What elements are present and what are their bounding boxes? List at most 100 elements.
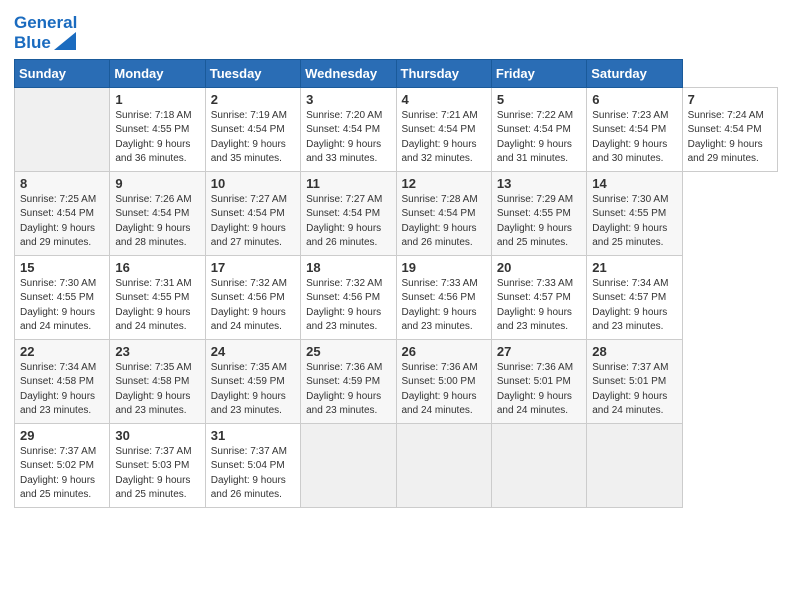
calendar-cell: 10 Sunrise: 7:27 AMSunset: 4:54 PMDayligh… xyxy=(205,171,300,255)
day-info: Sunrise: 7:22 AMSunset: 4:54 PMDaylight:… xyxy=(497,109,582,167)
day-info: Sunrise: 7:21 AMSunset: 4:54 PMDaylight:… xyxy=(402,109,487,167)
col-header-thursday: Thursday xyxy=(396,59,491,87)
day-info: Sunrise: 7:35 AMSunset: 4:58 PMDaylight:… xyxy=(115,361,200,419)
calendar-cell: 20 Sunrise: 7:33 AMSunset: 4:57 PMDayligh… xyxy=(491,255,586,339)
calendar-cell: 3 Sunrise: 7:20 AMSunset: 4:54 PMDaylight… xyxy=(301,87,396,171)
day-number: 17 xyxy=(211,260,296,275)
day-info: Sunrise: 7:33 AMSunset: 4:57 PMDaylight:… xyxy=(497,277,582,335)
logo: General Blue xyxy=(14,14,77,53)
week-row-3: 22 Sunrise: 7:34 AMSunset: 4:58 PMDayligh… xyxy=(15,339,778,423)
day-info: Sunrise: 7:32 AMSunset: 4:56 PMDaylight:… xyxy=(306,277,391,335)
day-number: 30 xyxy=(115,428,200,443)
day-number: 2 xyxy=(211,92,296,107)
calendar-cell: 4 Sunrise: 7:21 AMSunset: 4:54 PMDaylight… xyxy=(396,87,491,171)
col-header-tuesday: Tuesday xyxy=(205,59,300,87)
day-number: 9 xyxy=(115,176,200,191)
day-info: Sunrise: 7:37 AMSunset: 5:03 PMDaylight:… xyxy=(115,445,200,503)
day-number: 25 xyxy=(306,344,391,359)
day-info: Sunrise: 7:24 AMSunset: 4:54 PMDaylight:… xyxy=(688,109,773,167)
day-number: 7 xyxy=(688,92,773,107)
day-number: 20 xyxy=(497,260,582,275)
calendar-cell: 7 Sunrise: 7:24 AMSunset: 4:54 PMDaylight… xyxy=(682,87,777,171)
day-number: 13 xyxy=(497,176,582,191)
calendar-container: General Blue SundayMondayTuesdayWednesda… xyxy=(0,0,792,518)
day-number: 23 xyxy=(115,344,200,359)
calendar-cell xyxy=(491,423,586,507)
day-number: 4 xyxy=(402,92,487,107)
empty-cell xyxy=(15,87,110,171)
calendar-body: 1 Sunrise: 7:18 AMSunset: 4:55 PMDaylight… xyxy=(15,87,778,507)
day-info: Sunrise: 7:36 AMSunset: 4:59 PMDaylight:… xyxy=(306,361,391,419)
calendar-cell xyxy=(301,423,396,507)
day-info: Sunrise: 7:19 AMSunset: 4:54 PMDaylight:… xyxy=(211,109,296,167)
day-info: Sunrise: 7:33 AMSunset: 4:56 PMDaylight:… xyxy=(402,277,487,335)
day-info: Sunrise: 7:34 AMSunset: 4:58 PMDaylight:… xyxy=(20,361,105,419)
day-info: Sunrise: 7:30 AMSunset: 4:55 PMDaylight:… xyxy=(592,193,677,251)
day-number: 27 xyxy=(497,344,582,359)
week-row-4: 29 Sunrise: 7:37 AMSunset: 5:02 PMDayligh… xyxy=(15,423,778,507)
calendar-header-row: SundayMondayTuesdayWednesdayThursdayFrid… xyxy=(15,59,778,87)
day-info: Sunrise: 7:23 AMSunset: 4:54 PMDaylight:… xyxy=(592,109,677,167)
calendar-cell: 14Sunrise: 7:30 AMSunset: 4:55 PMDayligh… xyxy=(587,171,682,255)
calendar-cell: 11Sunrise: 7:27 AMSunset: 4:54 PMDayligh… xyxy=(301,171,396,255)
calendar-cell: 18 Sunrise: 7:32 AMSunset: 4:56 PMDayligh… xyxy=(301,255,396,339)
day-number: 11 xyxy=(306,176,391,191)
day-info: Sunrise: 7:30 AMSunset: 4:55 PMDaylight:… xyxy=(20,277,105,335)
calendar-cell: 16Sunrise: 7:31 AMSunset: 4:55 PMDayligh… xyxy=(110,255,205,339)
day-number: 31 xyxy=(211,428,296,443)
day-number: 5 xyxy=(497,92,582,107)
calendar-cell: 1 Sunrise: 7:18 AMSunset: 4:55 PMDaylight… xyxy=(110,87,205,171)
calendar-cell: 15 Sunrise: 7:30 AMSunset: 4:55 PMDayligh… xyxy=(15,255,110,339)
day-info: Sunrise: 7:36 AMSunset: 5:00 PMDaylight:… xyxy=(402,361,487,419)
week-row-2: 15 Sunrise: 7:30 AMSunset: 4:55 PMDayligh… xyxy=(15,255,778,339)
week-row-0: 1 Sunrise: 7:18 AMSunset: 4:55 PMDaylight… xyxy=(15,87,778,171)
day-number: 3 xyxy=(306,92,391,107)
day-number: 29 xyxy=(20,428,105,443)
calendar-table: SundayMondayTuesdayWednesdayThursdayFrid… xyxy=(14,59,778,508)
day-number: 18 xyxy=(306,260,391,275)
col-header-saturday: Saturday xyxy=(587,59,682,87)
day-info: Sunrise: 7:31 AMSunset: 4:55 PMDaylight:… xyxy=(115,277,200,335)
day-number: 6 xyxy=(592,92,677,107)
calendar-cell: 21 Sunrise: 7:34 AMSunset: 4:57 PMDayligh… xyxy=(587,255,682,339)
day-number: 22 xyxy=(20,344,105,359)
day-info: Sunrise: 7:34 AMSunset: 4:57 PMDaylight:… xyxy=(592,277,677,335)
day-info: Sunrise: 7:25 AMSunset: 4:54 PMDaylight:… xyxy=(20,193,105,251)
calendar-cell: 31 Sunrise: 7:37 AMSunset: 5:04 PMDayligh… xyxy=(205,423,300,507)
calendar-cell: 29 Sunrise: 7:37 AMSunset: 5:02 PMDayligh… xyxy=(15,423,110,507)
calendar-cell: 22 Sunrise: 7:34 AMSunset: 4:58 PMDayligh… xyxy=(15,339,110,423)
day-info: Sunrise: 7:36 AMSunset: 5:01 PMDaylight:… xyxy=(497,361,582,419)
day-number: 10 xyxy=(211,176,296,191)
day-info: Sunrise: 7:18 AMSunset: 4:55 PMDaylight:… xyxy=(115,109,200,167)
day-info: Sunrise: 7:27 AMSunset: 4:54 PMDaylight:… xyxy=(211,193,296,251)
col-header-sunday: Sunday xyxy=(15,59,110,87)
day-number: 8 xyxy=(20,176,105,191)
col-header-friday: Friday xyxy=(491,59,586,87)
calendar-cell: 19 Sunrise: 7:33 AMSunset: 4:56 PMDayligh… xyxy=(396,255,491,339)
logo-blue: Blue xyxy=(14,33,51,53)
day-number: 15 xyxy=(20,260,105,275)
day-number: 19 xyxy=(402,260,487,275)
day-info: Sunrise: 7:29 AMSunset: 4:55 PMDaylight:… xyxy=(497,193,582,251)
calendar-cell: 26 Sunrise: 7:36 AMSunset: 5:00 PMDayligh… xyxy=(396,339,491,423)
day-number: 28 xyxy=(592,344,677,359)
col-header-monday: Monday xyxy=(110,59,205,87)
calendar-cell: 5 Sunrise: 7:22 AMSunset: 4:54 PMDaylight… xyxy=(491,87,586,171)
day-info: Sunrise: 7:37 AMSunset: 5:04 PMDaylight:… xyxy=(211,445,296,503)
day-number: 1 xyxy=(115,92,200,107)
calendar-cell xyxy=(587,423,682,507)
calendar-cell: 17 Sunrise: 7:32 AMSunset: 4:56 PMDayligh… xyxy=(205,255,300,339)
calendar-cell xyxy=(396,423,491,507)
day-number: 26 xyxy=(402,344,487,359)
day-info: Sunrise: 7:20 AMSunset: 4:54 PMDaylight:… xyxy=(306,109,391,167)
calendar-cell: 12Sunrise: 7:28 AMSunset: 4:54 PMDayligh… xyxy=(396,171,491,255)
day-info: Sunrise: 7:37 AMSunset: 5:01 PMDaylight:… xyxy=(592,361,677,419)
day-info: Sunrise: 7:32 AMSunset: 4:56 PMDaylight:… xyxy=(211,277,296,335)
day-info: Sunrise: 7:37 AMSunset: 5:02 PMDaylight:… xyxy=(20,445,105,503)
calendar-cell: 23 Sunrise: 7:35 AMSunset: 4:58 PMDayligh… xyxy=(110,339,205,423)
day-number: 24 xyxy=(211,344,296,359)
day-number: 21 xyxy=(592,260,677,275)
calendar-cell: 27 Sunrise: 7:36 AMSunset: 5:01 PMDayligh… xyxy=(491,339,586,423)
calendar-cell: 9Sunrise: 7:26 AMSunset: 4:54 PMDaylight… xyxy=(110,171,205,255)
calendar-cell: 24Sunrise: 7:35 AMSunset: 4:59 PMDayligh… xyxy=(205,339,300,423)
